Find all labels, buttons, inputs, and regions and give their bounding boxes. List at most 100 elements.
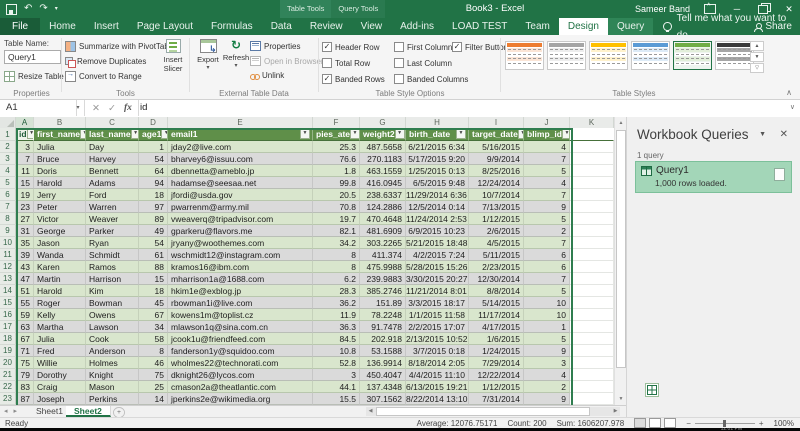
row-header-14[interactable]: 14 xyxy=(0,285,16,297)
cell[interactable]: Anderson xyxy=(86,345,139,357)
gallery-down-icon[interactable]: ▼ xyxy=(750,52,764,62)
column-filter-header-weight2[interactable]: weight2▼ xyxy=(360,128,406,141)
horizontal-scrollbar[interactable]: ◀ ▶ xyxy=(366,407,620,416)
cell[interactable]: 4/4/2015 11:10 xyxy=(406,369,469,381)
cell[interactable]: Willie xyxy=(34,357,86,369)
cell[interactable]: 7 xyxy=(524,273,570,285)
cell[interactable]: 5/16/2015 xyxy=(469,141,524,153)
column-filter-header-target-date[interactable]: target_date▼ xyxy=(469,128,524,141)
cell[interactable]: 7/13/2015 xyxy=(469,201,524,213)
cell[interactable] xyxy=(570,177,614,189)
select-all-corner[interactable] xyxy=(0,117,16,128)
cell[interactable]: 124.2886 xyxy=(360,201,406,213)
insert-slicer-button[interactable]: Insert Slicer xyxy=(159,39,187,73)
cell[interactable]: dbennetta@ameblo.jp xyxy=(168,165,313,177)
cell[interactable]: Knight xyxy=(86,369,139,381)
cell[interactable]: 6/5/2015 9:48 xyxy=(406,177,469,189)
cell[interactable]: George xyxy=(34,225,86,237)
cell[interactable]: Ryan xyxy=(86,237,139,249)
cell[interactable]: Jerry xyxy=(34,189,86,201)
row-header-3[interactable]: 3 xyxy=(0,153,16,165)
cell[interactable]: mlawson1q@sina.com.cn xyxy=(168,321,313,333)
cancel-formula-icon[interactable]: ✕ xyxy=(92,103,100,114)
name-box-caret-icon[interactable]: ▾ xyxy=(72,100,85,116)
tab-file[interactable]: File xyxy=(0,18,40,35)
gallery-more-icon[interactable]: ▽ xyxy=(750,63,764,73)
cell[interactable]: 3 xyxy=(524,357,570,369)
cell[interactable]: Ramos xyxy=(86,261,139,273)
row-header-2[interactable]: 2 xyxy=(0,141,16,153)
cell[interactable]: 6/9/2015 10:23 xyxy=(406,225,469,237)
cell[interactable] xyxy=(570,249,614,261)
cell[interactable] xyxy=(570,201,614,213)
vertical-scrollbar-thumb[interactable] xyxy=(616,130,626,368)
cell[interactable]: 3/3/2015 18:17 xyxy=(406,297,469,309)
cell[interactable]: 67 xyxy=(16,333,34,345)
cell[interactable]: 9/9/2014 xyxy=(469,153,524,165)
row-header-15[interactable]: 15 xyxy=(0,297,16,309)
column-filter-header-first-name[interactable]: first_name▼ xyxy=(34,128,86,141)
cell[interactable]: 1/25/2015 0:13 xyxy=(406,165,469,177)
cell[interactable]: 14 xyxy=(139,393,168,405)
cell[interactable] xyxy=(570,153,614,165)
row-header-23[interactable]: 23 xyxy=(0,393,16,405)
cell[interactable]: 8/22/2014 13:10 xyxy=(406,393,469,405)
cell[interactable]: 35 xyxy=(16,237,34,249)
scroll-left-icon[interactable]: ◀ xyxy=(366,407,375,416)
cell[interactable]: 61 xyxy=(139,249,168,261)
zoom-out-icon[interactable]: − xyxy=(686,419,691,428)
cell[interactable]: 25 xyxy=(139,381,168,393)
cell[interactable]: jperkins2e@wikimedia.org xyxy=(168,393,313,405)
cell[interactable] xyxy=(570,333,614,345)
cell[interactable]: 4/5/2015 xyxy=(469,237,524,249)
cell[interactable]: Lawson xyxy=(86,321,139,333)
cell[interactable]: Peter xyxy=(34,201,86,213)
panel-close-icon[interactable]: ✕ xyxy=(780,129,788,140)
cell[interactable]: 83 xyxy=(16,381,34,393)
checkbox-banded-columns[interactable]: Banded Columns xyxy=(394,74,468,84)
zoom-level[interactable]: 100% xyxy=(774,419,794,428)
checkbox-banded-rows[interactable]: ✓Banded Rows xyxy=(322,74,385,84)
cell[interactable]: Martin xyxy=(34,273,86,285)
cell[interactable]: 2/6/2015 xyxy=(469,225,524,237)
cell[interactable]: Jason xyxy=(34,237,86,249)
cell[interactable]: 18 xyxy=(139,189,168,201)
cell[interactable]: 19.7 xyxy=(313,213,360,225)
cell[interactable] xyxy=(570,225,614,237)
cell[interactable]: jfordi@usda.gov xyxy=(168,189,313,201)
cell[interactable]: Craig xyxy=(34,381,86,393)
cell[interactable] xyxy=(570,165,614,177)
cell[interactable]: 2/23/2015 xyxy=(469,261,524,273)
worksheet-grid[interactable]: ABCDEFGHIJK 1id▼first_name▼last_name▼age… xyxy=(0,117,614,405)
cell[interactable]: 4/2/2015 7:24 xyxy=(406,249,469,261)
cell[interactable]: Julia xyxy=(34,141,86,153)
cell[interactable]: 70.8 xyxy=(313,201,360,213)
cell[interactable]: Mason xyxy=(86,381,139,393)
table-style-swatch-blue[interactable] xyxy=(631,41,670,70)
tab-data[interactable]: Data xyxy=(262,18,301,35)
cell[interactable]: 411.374 xyxy=(360,249,406,261)
filter-dropdown-icon[interactable]: ▼ xyxy=(161,129,168,139)
table-style-swatch-green[interactable] xyxy=(673,41,712,70)
cell[interactable]: 11/24/2014 2:53 xyxy=(406,213,469,225)
cell[interactable]: 7 xyxy=(524,237,570,249)
cell[interactable]: 12/22/2014 xyxy=(469,369,524,381)
undo-icon[interactable]: ↶ xyxy=(24,0,32,18)
cell[interactable]: Weaver xyxy=(86,213,139,225)
cell[interactable]: 36.3 xyxy=(313,321,360,333)
cell[interactable]: 463.1559 xyxy=(360,165,406,177)
cell[interactable]: 9 xyxy=(524,393,570,405)
cell[interactable]: Harold xyxy=(34,285,86,297)
cell[interactable]: 46 xyxy=(139,357,168,369)
cell[interactable]: 136.9914 xyxy=(360,357,406,369)
filter-dropdown-icon[interactable]: ▼ xyxy=(131,129,139,139)
customize-qat-icon[interactable]: ▾ xyxy=(55,0,58,18)
cell[interactable]: wholmes22@technorati.com xyxy=(168,357,313,369)
cell[interactable]: 10.8 xyxy=(313,345,360,357)
cell[interactable] xyxy=(570,357,614,369)
cell[interactable]: Doris xyxy=(34,165,86,177)
cell[interactable]: jryany@woothemes.com xyxy=(168,237,313,249)
column-header-F[interactable]: F xyxy=(313,117,360,128)
cell[interactable]: 8 xyxy=(313,249,360,261)
unlink-button[interactable]: Unlink xyxy=(250,71,324,80)
